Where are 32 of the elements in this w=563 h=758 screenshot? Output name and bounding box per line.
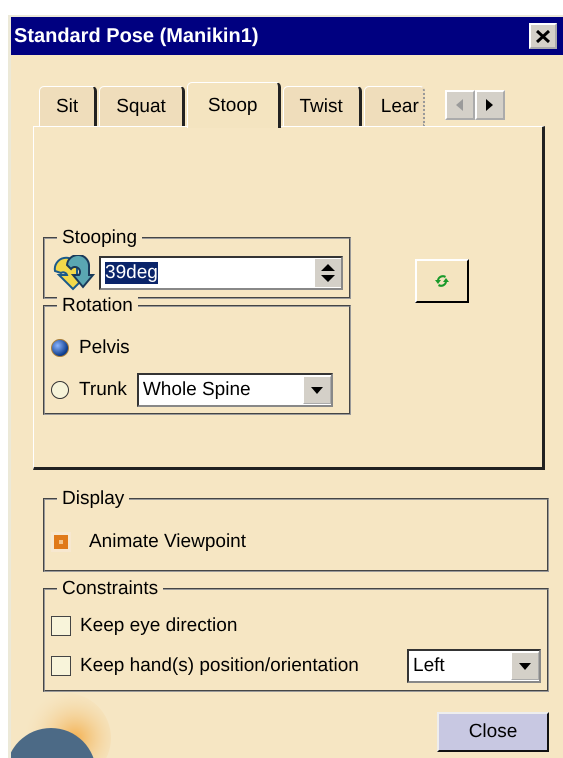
checkbox-label: Animate Viewpoint <box>89 531 246 553</box>
hand-dropdown[interactable]: Left <box>407 649 541 683</box>
radio-button[interactable] <box>51 381 69 399</box>
rotate-arrows-icon <box>51 255 95 291</box>
refresh-icon <box>435 273 449 289</box>
checkbox[interactable] <box>51 656 71 676</box>
close-icon <box>536 30 550 42</box>
tab[interactable]: Stoop <box>186 82 280 128</box>
checkbox-label: Keep hand(s) position/orientation <box>80 655 359 677</box>
radio-label: Pelvis <box>79 337 130 359</box>
caret-icon <box>519 662 531 670</box>
scroll-right-button[interactable] <box>474 90 505 120</box>
radio-button[interactable] <box>51 339 69 357</box>
left-arrow-icon <box>456 99 464 111</box>
radio-label: Trunk <box>79 379 127 401</box>
caret-icon <box>310 386 323 394</box>
group-label: Display <box>57 488 130 510</box>
checkbox-label: Keep eye direction <box>80 615 238 637</box>
refresh-button[interactable] <box>415 259 469 303</box>
window-title: Standard Pose (Manikin1) <box>14 24 258 48</box>
right-arrow-icon <box>486 99 494 111</box>
tab[interactable]: Squat <box>99 86 185 126</box>
tab[interactable]: Sit <box>39 86 98 126</box>
tab[interactable]: Lear <box>364 86 425 126</box>
group-label: Stooping <box>57 227 142 249</box>
spinner-arrows-icon <box>320 262 336 284</box>
checkbox[interactable] <box>51 616 71 636</box>
tab[interactable]: Twist <box>282 86 362 126</box>
close-dialog-button[interactable]: Close <box>437 712 549 752</box>
spine-dropdown[interactable]: Whole Spine <box>136 373 333 407</box>
close-button[interactable] <box>529 23 557 49</box>
angle-field[interactable]: 39deg <box>99 256 343 290</box>
